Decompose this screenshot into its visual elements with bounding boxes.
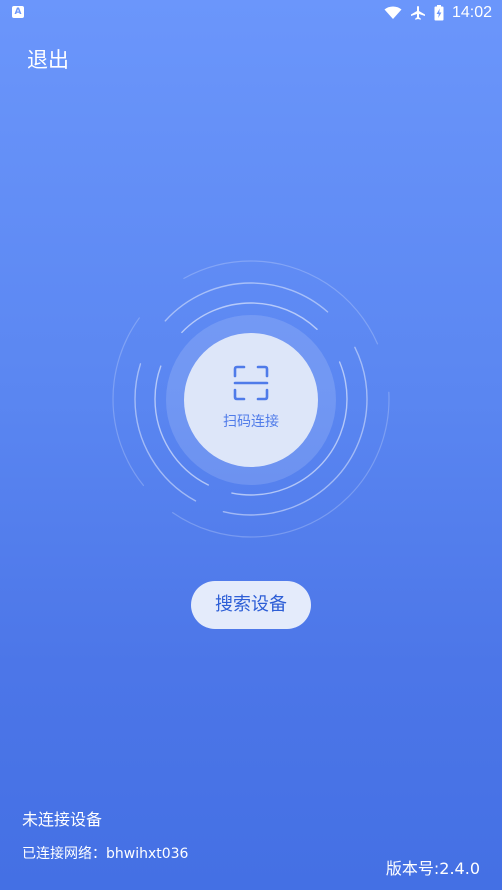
scan-frame-icon [233, 365, 269, 401]
status-bar: A 14:02 [0, 0, 502, 26]
battery-charging-icon [434, 5, 444, 21]
status-time: 14:02 [451, 4, 492, 21]
status-icons: 14:02 [384, 3, 492, 23]
connection-status: 未连接设备 [22, 810, 103, 829]
notification-icon: A [12, 6, 24, 18]
wifi-icon [384, 6, 402, 19]
version-label: 版本号:2.4.0 [385, 859, 480, 878]
airplane-icon [410, 6, 425, 20]
network-info: 已连接网络：bhwihxt036 [22, 846, 189, 862]
search-device-button[interactable]: 搜索设备 [191, 581, 311, 629]
exit-button[interactable]: 退出 [27, 44, 69, 74]
scan-connect-label: 扫码连接 [223, 414, 279, 430]
scan-connect-button[interactable]: 扫码连接 [184, 333, 318, 467]
